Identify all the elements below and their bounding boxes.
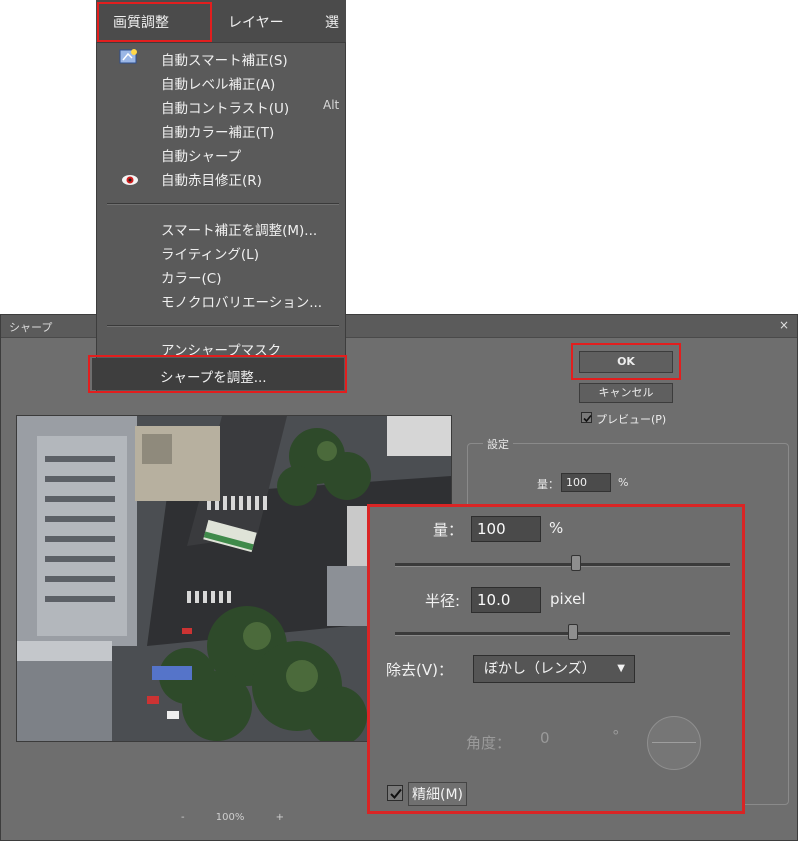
amount-input-small[interactable]: 100 [561, 473, 611, 492]
angle-dial[interactable] [647, 716, 701, 770]
amount-label: 量： [433, 521, 464, 539]
zoom-out-button[interactable]: - [181, 812, 185, 823]
preview-checkbox[interactable] [581, 412, 592, 423]
preview-label: プレビュー(P) [596, 413, 667, 426]
red-eye-icon [121, 171, 139, 190]
zoom-in-button[interactable]: + [276, 812, 284, 823]
amount-unit: % [549, 519, 564, 537]
amount-slider-thumb[interactable] [570, 555, 581, 571]
enhance-menu: 自動スマート補正(S) 自動レベル補正(A) 自動コントラスト(U) Alt 自… [96, 42, 346, 392]
menu-item-auto-contrast-shortcut: Alt [323, 98, 340, 112]
angle-dial-line [652, 742, 696, 743]
amount-input[interactable]: 100 [471, 516, 541, 542]
close-icon[interactable]: × [779, 318, 789, 332]
dialog-title: シャープ [9, 321, 53, 334]
remove-select-value: ぼかし（レンズ） [484, 661, 596, 677]
zoom-level: 100% [215, 812, 245, 823]
angle-value: 0 [540, 729, 550, 747]
checkmark-icon [583, 414, 592, 423]
menu-item-auto-red-eye[interactable]: 自動赤目修正(R) [161, 169, 262, 189]
angle-unit: ° [612, 727, 620, 745]
amount-label-small: 量： [537, 478, 559, 491]
menu-item-auto-sharpen[interactable]: 自動シャープ [161, 145, 241, 165]
menubar: 画質調整 レイヤー 選 [96, 0, 346, 42]
ok-button[interactable]: OK [579, 351, 673, 373]
settings-label: 設定 [483, 436, 513, 452]
menu-item-auto-color[interactable]: 自動カラー補正(T) [161, 121, 274, 141]
radius-unit: pixel [550, 590, 586, 608]
menu-item-auto-levels[interactable]: 自動レベル補正(A) [161, 73, 275, 93]
angle-label: 角度： [466, 734, 512, 752]
radius-slider-thumb[interactable] [567, 624, 578, 640]
menu-item-auto-smart-fix[interactable]: 自動スマート補正(S) [161, 49, 288, 69]
zoom-controls: - 100% + [181, 812, 284, 823]
fine-checkbox[interactable] [387, 785, 403, 801]
menu-separator [107, 325, 339, 327]
remove-label: 除去(V)： [386, 661, 453, 679]
amount-slider-track[interactable] [395, 563, 730, 567]
menu-item-lighting[interactable]: ライティング(L) [161, 243, 259, 263]
menu-layer[interactable]: レイヤー [228, 12, 284, 32]
cancel-button[interactable]: キャンセル [579, 383, 673, 403]
menu-item-color[interactable]: カラー(C) [161, 267, 221, 287]
checkmark-icon [390, 788, 402, 799]
radius-input[interactable]: 10.0 [471, 587, 541, 613]
menu-enhance[interactable]: 画質調整 [113, 12, 169, 32]
amount-unit-small: % [618, 476, 629, 489]
menu-item-auto-contrast[interactable]: 自動コントラスト(U) [161, 97, 289, 117]
radius-slider-track[interactable] [395, 632, 730, 636]
remove-select[interactable]: ぼかし（レンズ） ▼ [473, 655, 635, 683]
radius-label: 半径: [425, 592, 461, 610]
fine-label: 精細(M) [408, 782, 468, 806]
menu-item-bw-variations[interactable]: モノクロバリエーション... [161, 291, 322, 311]
chevron-down-icon: ▼ [617, 663, 625, 674]
zoomed-settings-panel: 量： 100 % 半径: 10.0 pixel 除去(V)： ぼかし（レンズ） … [367, 504, 745, 814]
menu-item-unsharp-mask[interactable]: アンシャープマスク [161, 339, 281, 359]
menu-item-adjust-smart-fix[interactable]: スマート補正を調整(M)... [161, 219, 317, 239]
menu-separator [107, 203, 339, 205]
menu-item-adjust-sharpness[interactable]: シャープを調整... [160, 366, 267, 386]
auto-smart-fix-icon [119, 48, 139, 70]
menu-select[interactable]: 選 [325, 12, 339, 32]
